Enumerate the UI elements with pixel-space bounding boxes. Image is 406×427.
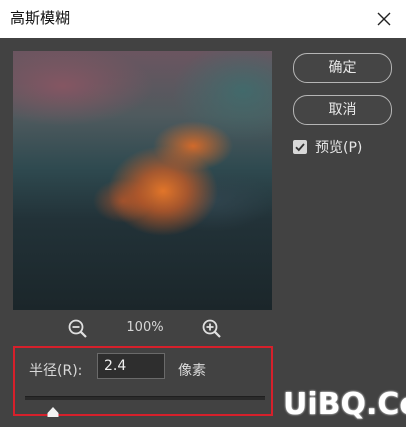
close-icon: [377, 12, 391, 26]
slider-handle-icon: [47, 407, 59, 417]
unit-label: 像素: [178, 363, 206, 379]
preview-label: 预览(P): [315, 140, 363, 156]
zoom-out-icon: [68, 319, 87, 338]
blur-preview-image[interactable]: [13, 51, 272, 310]
checkmark-icon: [295, 143, 305, 152]
zoom-controls: 100%: [13, 317, 272, 341]
zoom-in-icon: [202, 319, 221, 338]
zoom-out-button[interactable]: [67, 318, 89, 340]
radius-slider-track[interactable]: [25, 396, 265, 400]
zoom-in-button[interactable]: [201, 318, 223, 340]
radius-label: 半径(R):: [29, 363, 83, 379]
watermark-logo: UiBQ.CoM: [283, 387, 406, 422]
radius-slider-handle[interactable]: [47, 402, 59, 417]
close-button[interactable]: [372, 7, 396, 31]
radius-input[interactable]: [97, 353, 165, 379]
ok-button[interactable]: 确定: [293, 53, 392, 83]
preview-toggle[interactable]: 预览(P): [293, 136, 362, 158]
radius-panel: 半径(R): 像素: [13, 346, 273, 417]
title-bar: 高斯模糊: [0, 0, 406, 38]
gaussian-blur-dialog: 高斯模糊 100% 确定 取消 预览(P) 半径(R): 2.4 像素 UiBQ…: [0, 0, 406, 427]
dialog-title: 高斯模糊: [10, 9, 71, 27]
zoom-level-text: 100%: [126, 320, 164, 335]
preview-checkbox[interactable]: [293, 140, 307, 154]
cancel-button[interactable]: 取消: [293, 95, 392, 125]
